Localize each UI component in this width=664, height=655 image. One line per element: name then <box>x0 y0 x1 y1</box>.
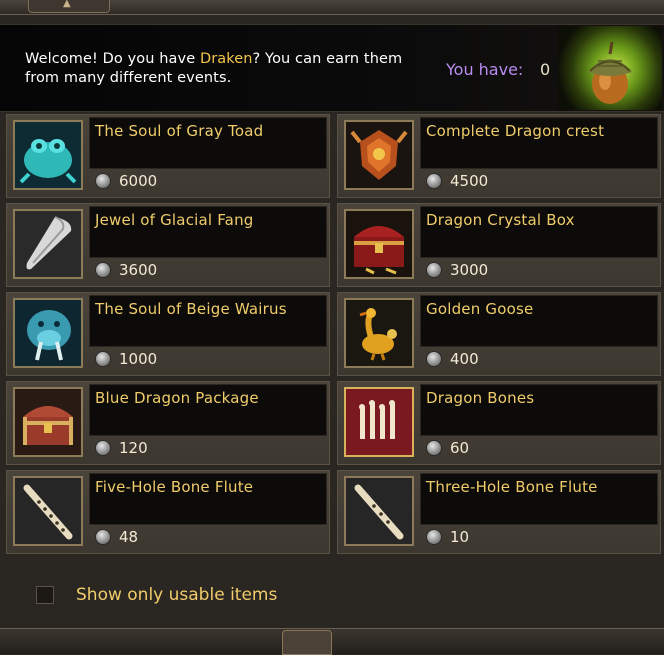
coin-icon <box>95 173 111 189</box>
item-price: 60 <box>450 439 470 457</box>
welcome-message: Welcome! Do you have Draken? You can ear… <box>25 50 425 88</box>
collapse-tab[interactable]: ▲ <box>28 0 110 13</box>
item-name: Blue Dragon Package <box>95 389 259 407</box>
item-name: The Soul of Beige Wairus <box>95 300 287 318</box>
balance-value: 0 <box>540 60 551 79</box>
item-name: Complete Dragon crest <box>426 122 605 140</box>
item-price: 48 <box>119 528 139 546</box>
item-card[interactable]: Three-Hole Bone Flute 10 <box>337 470 661 554</box>
coin-icon <box>95 529 111 545</box>
item-price: 3000 <box>450 261 489 279</box>
golden-goose-icon <box>344 298 414 368</box>
item-name-box: Five-Hole Bone Flute <box>89 473 327 525</box>
usable-items-label[interactable]: Show only usable items <box>76 585 277 605</box>
currency-name: Draken <box>199 51 253 67</box>
item-name: Golden Goose <box>426 300 534 318</box>
coin-icon <box>95 262 111 278</box>
item-name: Dragon Crystal Box <box>426 211 575 229</box>
item-price: 6000 <box>119 172 158 190</box>
coin-icon <box>426 351 442 367</box>
dragon-crest-icon <box>344 120 414 190</box>
item-name: Five-Hole Bone Flute <box>95 478 254 496</box>
item-name-box: Blue Dragon Package <box>89 384 327 436</box>
item-card[interactable]: Jewel of Glacial Fang 3600 <box>6 203 330 287</box>
bone-flute-icon <box>13 476 83 546</box>
item-card[interactable]: Dragon Bones 60 <box>337 381 661 465</box>
treasure-chest-icon <box>344 209 414 279</box>
bottom-frame-bar <box>0 628 664 654</box>
item-name-box: Jewel of Glacial Fang <box>89 206 327 258</box>
coin-icon <box>426 262 442 278</box>
coin-icon <box>95 440 111 456</box>
item-price: 1000 <box>119 350 158 368</box>
treasure-chest-icon <box>13 387 83 457</box>
item-name: Dragon Bones <box>426 389 535 407</box>
item-name: Three-Hole Bone Flute <box>426 478 598 496</box>
toad-soul-icon <box>13 120 83 190</box>
bone-flute-icon <box>344 476 414 546</box>
item-card[interactable]: The Soul of Beige Wairus 1000 <box>6 292 330 376</box>
glacial-fang-icon <box>13 209 83 279</box>
item-name-box: Three-Hole Bone Flute <box>420 473 658 525</box>
coin-icon <box>426 440 442 456</box>
usable-items-checkbox[interactable] <box>36 586 54 604</box>
item-price: 4500 <box>450 172 489 190</box>
item-name-box: Golden Goose <box>420 295 658 347</box>
welcome-text-start: Welcome! Do you have <box>25 51 200 67</box>
item-name-box: Complete Dragon crest <box>420 117 658 169</box>
item-card[interactable]: Complete Dragon crest 4500 <box>337 114 661 198</box>
walrus-soul-icon <box>13 298 83 368</box>
item-name-box: The Soul of Gray Toad <box>89 117 327 169</box>
item-name: Jewel of Glacial Fang <box>95 211 254 229</box>
acorn-icon <box>558 26 662 110</box>
top-frame-bar: ▲ <box>0 0 664 15</box>
item-price: 3600 <box>119 261 158 279</box>
chevron-up-icon: ▲ <box>63 0 71 9</box>
item-name-box: The Soul of Beige Wairus <box>89 295 327 347</box>
welcome-banner: Welcome! Do you have Draken? You can ear… <box>0 24 664 112</box>
item-card[interactable]: Five-Hole Bone Flute 48 <box>6 470 330 554</box>
item-name: The Soul of Gray Toad <box>95 122 264 140</box>
frame-ornament <box>282 630 332 655</box>
item-card[interactable]: The Soul of Gray Toad 6000 <box>6 114 330 198</box>
item-name-box: Dragon Crystal Box <box>420 206 658 258</box>
item-price: 120 <box>119 439 148 457</box>
balance-label: You have: <box>446 60 524 79</box>
item-card[interactable]: Blue Dragon Package 120 <box>6 381 330 465</box>
item-card[interactable]: Dragon Crystal Box 3000 <box>337 203 661 287</box>
coin-icon <box>426 173 442 189</box>
item-price: 400 <box>450 350 479 368</box>
dragon-bones-icon <box>344 387 414 457</box>
coin-icon <box>95 351 111 367</box>
coin-icon <box>426 529 442 545</box>
item-price: 10 <box>450 528 470 546</box>
item-name-box: Dragon Bones <box>420 384 658 436</box>
item-card[interactable]: Golden Goose 400 <box>337 292 661 376</box>
